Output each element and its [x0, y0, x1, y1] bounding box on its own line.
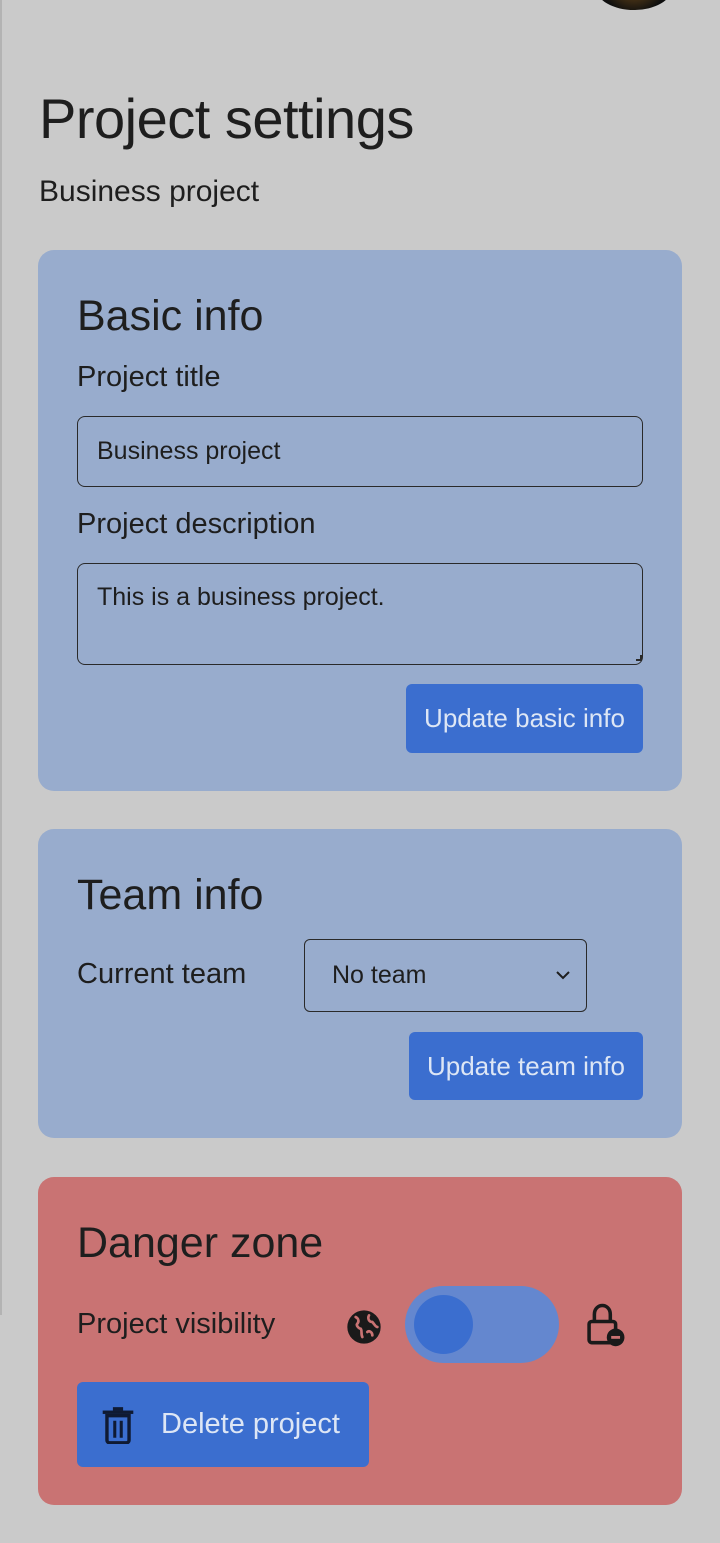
current-team-label: Current team — [77, 958, 247, 990]
globe-icon — [347, 1310, 381, 1344]
team-info-heading: Team info — [77, 871, 264, 919]
update-basic-info-button[interactable]: Update basic info — [406, 684, 643, 753]
visibility-toggle[interactable] — [405, 1286, 559, 1363]
delete-project-button[interactable]: Delete project — [77, 1382, 369, 1467]
project-description-label: Project description — [77, 508, 316, 540]
danger-zone-heading: Danger zone — [77, 1219, 324, 1267]
lock-icon — [587, 1303, 625, 1347]
visibility-toggle-knob — [414, 1295, 473, 1354]
project-description-input[interactable]: This is a business project. — [77, 563, 643, 665]
resize-handle-icon[interactable] — [636, 655, 642, 661]
project-title-input[interactable] — [77, 416, 643, 487]
page-title: Project settings — [39, 87, 414, 150]
sidebar-divider — [0, 0, 2, 1315]
project-description-wrapper: This is a business project. — [38, 563, 682, 665]
chevron-down-icon — [556, 971, 570, 980]
team-info-card: Team info Current team No team Update te… — [38, 829, 682, 1138]
project-visibility-label: Project visibility — [77, 1308, 276, 1340]
basic-info-heading: Basic info — [77, 292, 264, 340]
update-team-info-button[interactable]: Update team info — [409, 1032, 643, 1100]
danger-zone-card: Danger zone Project visibility Delete pr… — [38, 1177, 682, 1505]
page-subtitle: Business project — [39, 175, 260, 208]
delete-project-label: Delete project — [161, 1408, 340, 1440]
basic-info-card: Basic info Project title Project descrip… — [38, 250, 682, 791]
team-select-value: No team — [332, 961, 427, 989]
avatar[interactable] — [596, 0, 672, 10]
trash-icon — [102, 1406, 134, 1444]
project-settings-page: Project settings Business project Basic … — [0, 0, 720, 1543]
team-select[interactable]: No team — [304, 939, 587, 1012]
project-title-label: Project title — [77, 361, 221, 393]
